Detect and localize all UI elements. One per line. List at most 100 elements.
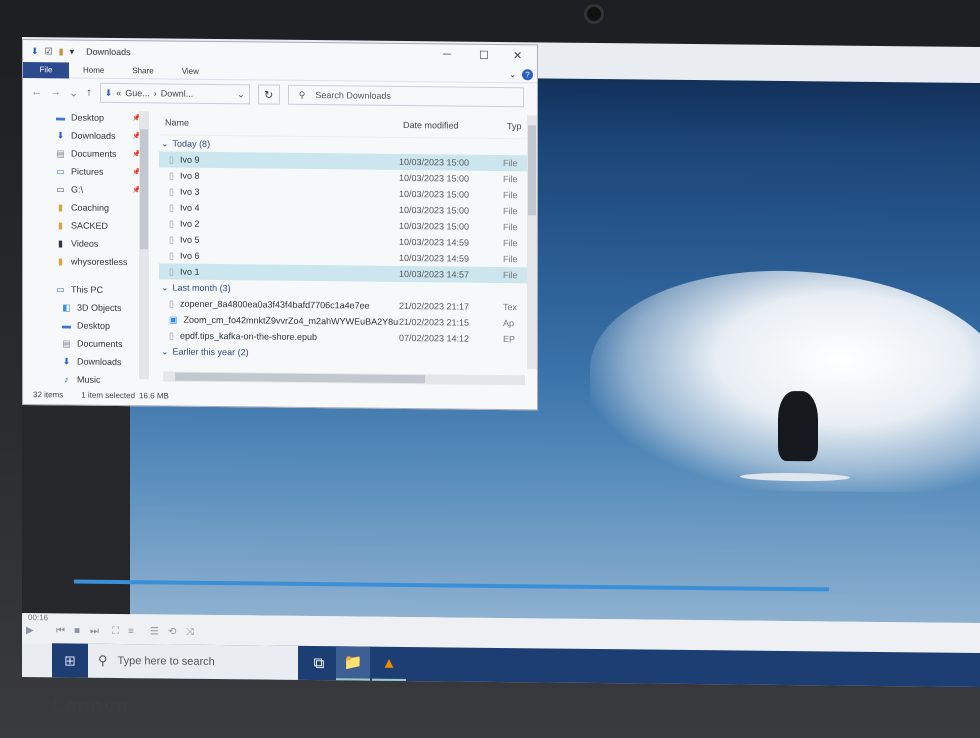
maximize-button[interactable]: ☐ <box>479 49 489 62</box>
breadcrumb-downloads[interactable]: Downl... <box>161 88 194 98</box>
sidebar-item-videos[interactable]: ▮ Videos <box>23 234 151 253</box>
play-icon[interactable]: ▶ <box>26 625 34 636</box>
file-icon: ▯ <box>169 330 174 341</box>
screen: 00:16 ▶ ⏮ ■ ⏭ ⛶ ≡ ☰ ⟲ ⤨ ⊞ ⚲ Type here to… <box>22 36 980 688</box>
task-view-icon[interactable]: ⧉ <box>302 646 336 680</box>
sidebar-item-label: Pictures <box>71 166 104 177</box>
shuffle-icon[interactable]: ⤨ <box>186 627 194 638</box>
tab-file[interactable]: File <box>23 61 69 78</box>
file-list: Name Date modified Typ ⌄ Today (8) ▯ Ivo 91… <box>159 109 527 381</box>
sidebar-item-sacked[interactable]: ▮ SACKED <box>23 216 151 235</box>
vlc-icon[interactable]: ▲ <box>372 646 406 682</box>
selection-size: 16.6 MB <box>139 391 169 401</box>
desktop-icon: ▬ <box>56 112 65 123</box>
folder-icon: ▮ <box>58 255 63 266</box>
download-icon: ⬇ <box>62 355 71 366</box>
file-icon: ▯ <box>169 266 174 277</box>
help-icon[interactable]: ? <box>522 69 533 81</box>
sidebar-item-label: SACKED <box>71 220 109 231</box>
sidebar-item-label: Downloads <box>71 130 116 141</box>
sidebar-item-documents[interactable]: ▤ Documents 📌 <box>23 144 151 163</box>
file-list-scrollbar[interactable] <box>527 115 537 370</box>
file-name: Ivo 2 <box>179 218 200 229</box>
sidebar-item-pictures[interactable]: ▭ Pictures 📌 <box>23 162 151 181</box>
tab-view[interactable]: View <box>168 67 213 76</box>
sidebar-item-label: This PC <box>71 284 104 295</box>
chevron-down-icon[interactable]: ⌄ <box>237 89 245 100</box>
stop-icon[interactable]: ■ <box>74 626 80 637</box>
navigation-scrollbar[interactable] <box>139 111 149 380</box>
file-type: File <box>503 254 518 265</box>
file-date: 10/03/2023 14:59 <box>399 236 470 248</box>
back-button[interactable]: ← <box>31 86 42 98</box>
file-type: File <box>503 206 518 217</box>
sidebar-item-music[interactable]: ♪ Music <box>23 370 151 389</box>
file-icon: ▯ <box>169 202 174 213</box>
address-bar[interactable]: ⬇ « Gue... › Downl... ⌄ <box>99 82 250 105</box>
column-date-modified[interactable]: Date modified <box>403 119 507 130</box>
equalizer-icon[interactable]: ≡ <box>128 626 134 637</box>
breadcrumb-guest[interactable]: Gue... <box>125 88 150 98</box>
file-name: Ivo 3 <box>179 186 200 197</box>
sidebar-item-label: Music <box>77 374 101 385</box>
refresh-button[interactable]: ↻ <box>257 84 280 105</box>
fullscreen-icon[interactable]: ⛶ <box>112 626 119 637</box>
windows-start-icon[interactable]: ⊞ <box>52 643 88 677</box>
properties-icon[interactable]: ☑ <box>45 46 53 57</box>
column-name[interactable]: Name <box>159 117 403 130</box>
sidebar-item-desktop[interactable]: ▬ Desktop 📌 <box>23 108 151 127</box>
sidebar-item-coaching[interactable]: ▮ Coaching <box>23 198 151 217</box>
column-type[interactable]: Typ <box>507 121 522 131</box>
minimize-button[interactable]: ─ <box>443 48 451 60</box>
folder-icon: ▮ <box>58 201 63 212</box>
forward-button[interactable]: → <box>50 86 61 98</box>
sidebar-item-label: Coaching <box>71 202 110 213</box>
file-icon: ▯ <box>169 186 174 197</box>
playlist-icon[interactable]: ☰ <box>150 626 159 637</box>
taskbar-search[interactable]: ⚲ Type here to search <box>88 643 298 680</box>
search-icon: ⚲ <box>298 89 306 100</box>
search-placeholder: Search Downloads <box>315 90 391 101</box>
tab-share[interactable]: Share <box>118 66 167 76</box>
close-button[interactable]: ✕ <box>513 49 522 62</box>
group-label: Last month (3) <box>172 282 231 294</box>
file-date: 07/02/2023 14:12 <box>399 332 470 344</box>
sidebar-item-documents[interactable]: ▤ Documents <box>23 334 151 353</box>
up-button[interactable]: ↑ <box>86 87 92 99</box>
previous-icon[interactable]: ⏮ <box>56 625 65 636</box>
video-icon: ▮ <box>58 237 63 248</box>
pc-icon: ▭ <box>56 283 65 294</box>
search-input[interactable]: ⚲ Search Downloads <box>287 84 524 108</box>
file-icon: ▯ <box>169 250 174 261</box>
group-header[interactable]: ⌄ Earlier this year (2) <box>159 343 527 363</box>
file-icon: ▯ <box>169 234 174 245</box>
chevron-down-icon: ⌄ <box>161 137 169 149</box>
recent-locations-icon[interactable]: ⌄ <box>69 86 78 99</box>
sidebar-item-3d-objects[interactable]: ◧ 3D Objects <box>23 298 151 317</box>
search-icon: ⚲ <box>98 652 108 668</box>
group-label: Today (8) <box>172 138 211 149</box>
sidebar-item-this-pc[interactable]: ▭ This PC <box>23 280 151 299</box>
expand-ribbon-icon[interactable]: ⌄ <box>509 70 516 79</box>
sidebar-item-desktop[interactable]: ▬ Desktop <box>23 316 151 335</box>
new-folder-icon[interactable]: ▮ <box>59 46 64 57</box>
file-explorer-icon[interactable]: 📁 <box>336 646 370 681</box>
sidebar-item-downloads[interactable]: ⬇ Downloads 📌 <box>23 126 151 145</box>
file-type: File <box>503 158 518 169</box>
elapsed-time: 00:16 <box>28 613 49 623</box>
loop-icon[interactable]: ⟲ <box>168 627 176 638</box>
next-icon[interactable]: ⏭ <box>90 626 99 637</box>
drive-icon: ▭ <box>56 183 65 194</box>
quick-access-dropdown-icon[interactable]: ▾ <box>70 46 75 57</box>
sidebar-item-g-[interactable]: ▭ G:\ 📌 <box>23 180 151 199</box>
sidebar-item-label: Desktop <box>77 320 111 331</box>
document-icon: ▤ <box>56 147 65 158</box>
tab-home[interactable]: Home <box>69 65 118 75</box>
sidebar-item-downloads[interactable]: ⬇ Downloads <box>23 352 151 371</box>
file-type: File <box>503 222 518 233</box>
file-date: 10/03/2023 15:00 <box>399 188 470 200</box>
address-overflow[interactable]: « <box>116 88 121 98</box>
sidebar-item-whysorestless[interactable]: ▮ whysorestless <box>23 252 151 271</box>
column-headers: Name Date modified Typ <box>159 109 527 140</box>
sidebar-item-label: Videos <box>71 238 99 249</box>
